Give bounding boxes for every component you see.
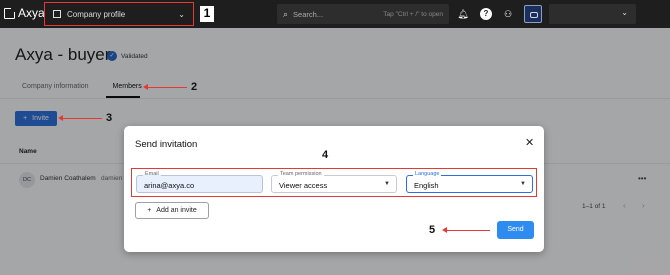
email-field-label: Email <box>143 171 161 178</box>
profile-select[interactable]: ⌄ <box>549 4 636 24</box>
email-field-value: arina@axya.co <box>144 181 195 190</box>
add-user-icon[interactable]: ⚇ <box>502 8 514 20</box>
team-permission-select[interactable]: Team permission Viewer access ▼ <box>271 171 397 193</box>
annotation-arrow-3 <box>58 114 102 122</box>
annotation-2: 2 <box>191 81 198 93</box>
plus-icon: + <box>147 207 152 214</box>
caret-down-icon: ▼ <box>384 181 390 187</box>
top-bar: Axya Company profile ⌄ ⌕ Search... Tap "… <box>0 0 670 28</box>
send-button[interactable]: Send <box>497 221 534 239</box>
logo[interactable]: Axya <box>4 6 45 20</box>
team-permission-label: Team permission <box>278 171 324 178</box>
add-invite-button[interactable]: + Add an invite <box>135 202 209 219</box>
building-icon <box>53 10 61 18</box>
organization-avatar[interactable] <box>524 5 542 23</box>
annotation-5: 5 <box>429 224 436 236</box>
search-input[interactable]: ⌕ Search... Tap "Ctrl + /" to open <box>277 4 449 24</box>
caret-down-icon: ▼ <box>520 181 526 187</box>
search-shortcut-hint: Tap "Ctrl + /" to open <box>383 10 443 18</box>
team-permission-value: Viewer access <box>279 181 328 190</box>
annotation-1: 1 <box>200 6 214 22</box>
language-value: English <box>414 181 439 190</box>
logo-icon <box>4 7 15 19</box>
help-icon[interactable]: ? <box>480 8 492 20</box>
language-label: Language <box>413 171 442 178</box>
company-profile-label: Company profile <box>67 9 126 19</box>
search-icon: ⌕ <box>283 8 289 19</box>
chevron-down-icon: ⌄ <box>178 9 185 19</box>
send-invitation-dialog: Send invitation ✕ Email arina@axya.co Te… <box>124 126 544 252</box>
chevron-down-icon: ⌄ <box>621 8 628 17</box>
annotation-arrow-2 <box>143 83 187 91</box>
close-icon[interactable]: ✕ <box>525 138 534 149</box>
language-select[interactable]: Language English ▼ <box>406 171 533 193</box>
dialog-title: Send invitation <box>135 139 198 150</box>
annotation-4: 4 <box>322 149 329 161</box>
annotation-3: 3 <box>106 112 113 124</box>
bell-icon[interactable]: 🔔︎ <box>457 8 469 20</box>
search-placeholder: Search... <box>293 9 324 19</box>
company-profile-select[interactable]: Company profile ⌄ <box>44 2 194 26</box>
add-invite-label: Add an invite <box>156 207 197 214</box>
logo-text: Axya <box>18 6 45 20</box>
annotation-arrow-5 <box>442 226 490 234</box>
email-field[interactable]: Email arina@axya.co <box>136 171 263 193</box>
